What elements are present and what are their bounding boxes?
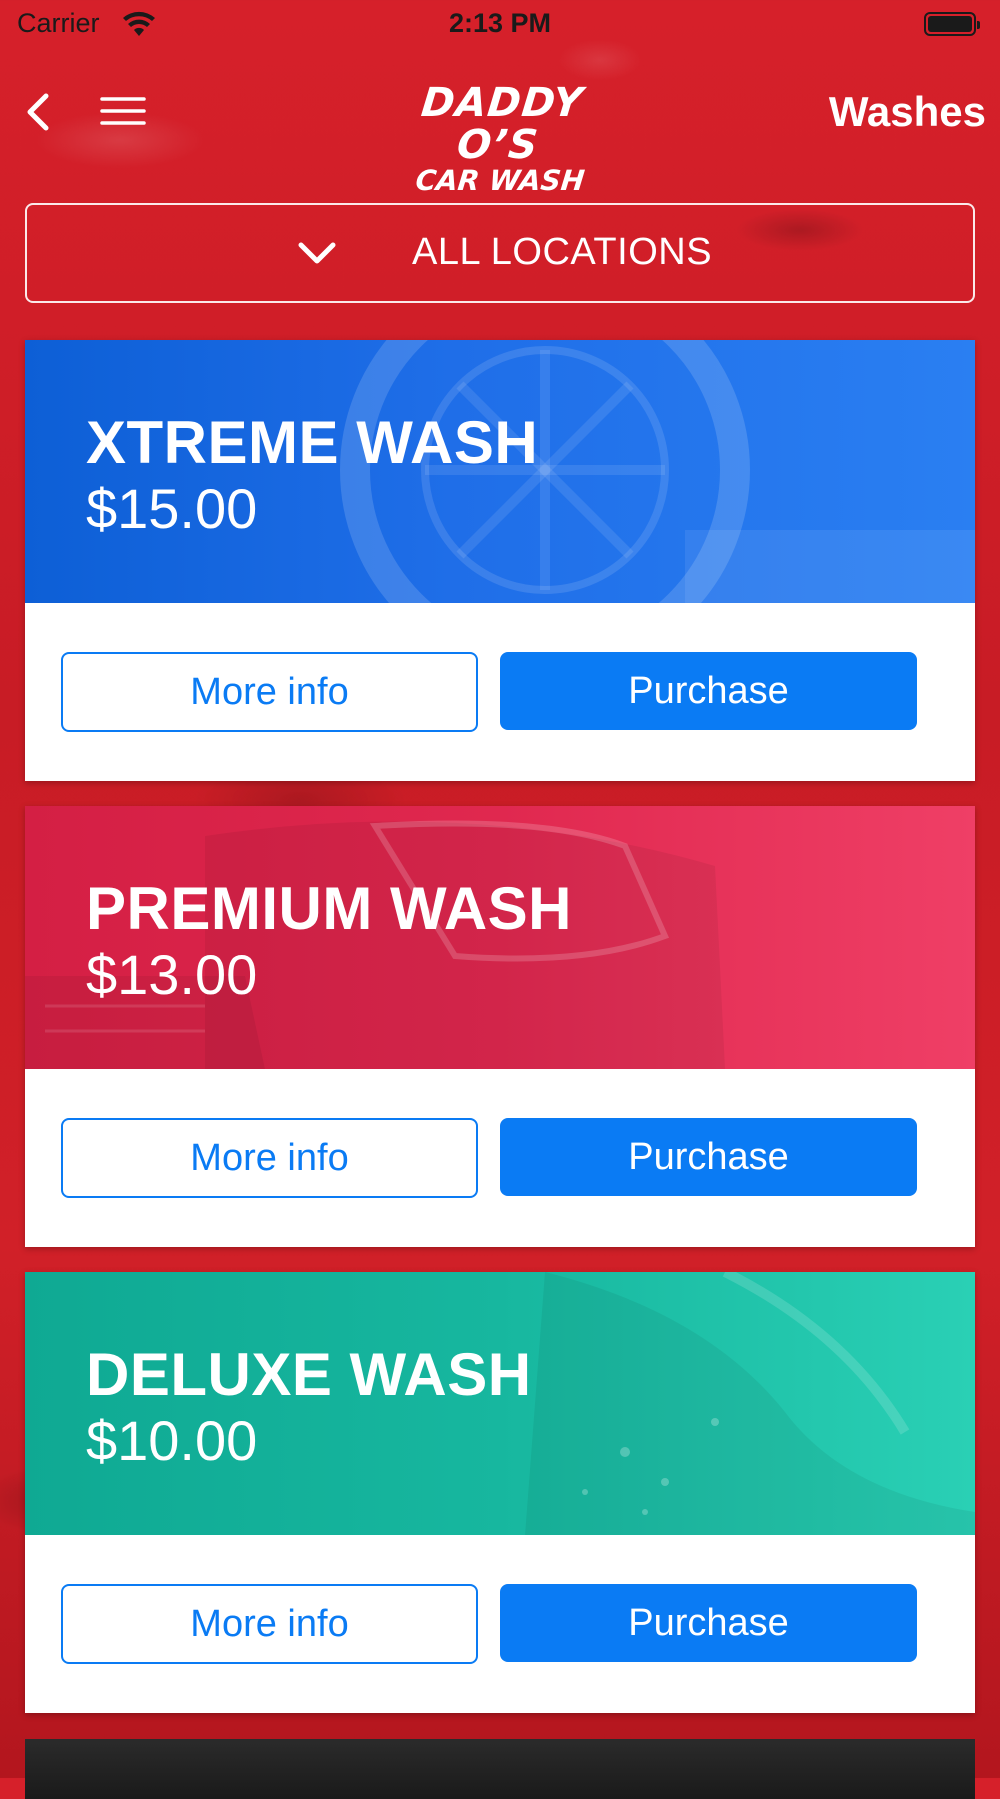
location-selector[interactable]: ALL LOCATIONS <box>25 203 975 303</box>
wash-card-premium: PREMIUM WASH $13.00 More info Purchase <box>25 806 975 1247</box>
purchase-button[interactable]: Purchase <box>500 1118 917 1196</box>
wash-price: $13.00 <box>86 943 258 1006</box>
purchase-button[interactable]: Purchase <box>500 1584 917 1662</box>
wash-name: DELUXE WASH <box>86 1341 532 1408</box>
logo-line-2: CAR WASH <box>413 164 587 197</box>
more-info-button[interactable]: More info <box>61 1584 478 1664</box>
status-bar: Carrier 2:13 PM <box>0 0 1000 50</box>
location-label: ALL LOCATIONS <box>412 231 713 273</box>
wash-name: XTREME WASH <box>86 409 539 476</box>
wash-card-xtreme: XTREME WASH $15.00 More info Purchase <box>25 340 975 781</box>
more-info-button[interactable]: More info <box>61 652 478 732</box>
hamburger-menu-icon[interactable] <box>100 94 146 128</box>
wash-price: $10.00 <box>86 1409 258 1472</box>
wash-price: $15.00 <box>86 477 258 540</box>
status-time: 2:13 PM <box>448 8 552 38</box>
logo-line-1: DADDY O’S <box>419 80 586 168</box>
brand-logo: DADDY O’S CAR WASH <box>400 80 600 197</box>
wash-card-deluxe: DELUXE WASH $10.00 More info Purchase <box>25 1272 975 1713</box>
wash-banner: XTREME WASH $15.00 <box>25 340 975 603</box>
wash-name: PREMIUM WASH <box>86 875 572 942</box>
nav-bar: DADDY O’S CAR WASH Washes <box>0 60 1000 197</box>
wash-card-partial <box>25 1739 975 1799</box>
more-info-button[interactable]: More info <box>61 1118 478 1198</box>
page-title: Washes <box>828 88 986 135</box>
wash-banner: PREMIUM WASH $13.00 <box>25 806 975 1069</box>
back-icon[interactable] <box>22 90 56 134</box>
chevron-down-icon <box>298 242 336 264</box>
wash-banner: DELUXE WASH $10.00 <box>25 1272 975 1535</box>
purchase-button[interactable]: Purchase <box>500 652 917 730</box>
battery-icon <box>924 12 980 36</box>
